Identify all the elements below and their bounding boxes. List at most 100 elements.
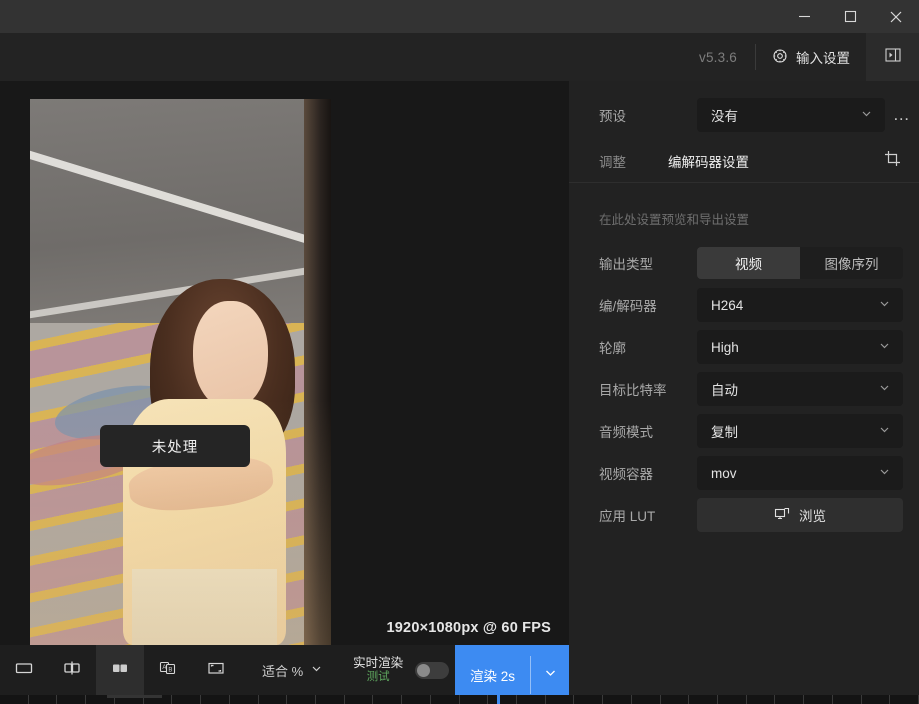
single-view-button[interactable] [0, 645, 48, 695]
lut-label: 应用 LUT [599, 509, 656, 524]
timeline-tick [630, 695, 632, 704]
timeline-tick [745, 695, 747, 704]
container-value: mov [711, 465, 737, 481]
realtime-render-title: 实时渲染 [353, 656, 404, 671]
container-label: 视频容器 [599, 467, 653, 482]
fullscreen-view-button[interactable] [192, 645, 240, 695]
side-by-side-view-button[interactable] [96, 645, 144, 695]
output-type-label: 输出类型 [599, 257, 653, 272]
panel-toggle-button[interactable] [866, 33, 919, 81]
profile-row: 轮廓 High [569, 326, 919, 368]
resolution-label: 1920×1080px @ 60 FPS [386, 620, 551, 636]
timeline-tick [85, 695, 87, 704]
svg-text:A: A [162, 665, 166, 671]
audio-mode-select[interactable]: 复制 [697, 414, 903, 448]
timeline-playhead[interactable] [497, 695, 500, 704]
audio-mode-label: 音频模式 [599, 425, 653, 440]
panel-toggle-icon [884, 46, 902, 69]
split-view-button[interactable] [48, 645, 96, 695]
lut-browse-button[interactable]: 浏览 [697, 498, 903, 532]
realtime-render-toggle[interactable] [415, 661, 450, 679]
maximize-button[interactable] [827, 0, 873, 33]
input-settings-label: 输入设置 [796, 51, 850, 66]
minimize-button[interactable] [781, 0, 827, 33]
chevron-down-icon [878, 465, 891, 481]
timeline-tick [860, 695, 862, 704]
panel-hint: 在此处设置预览和导出设置 [599, 213, 750, 227]
timeline-ruler[interactable] [0, 695, 919, 704]
tab-adjust[interactable]: 调整 [599, 151, 626, 171]
fullscreen-icon [205, 657, 227, 684]
title-bar [0, 0, 919, 33]
preset-select[interactable]: 没有 [697, 98, 885, 132]
timeline-tick [515, 695, 517, 704]
lut-row: 应用 LUT 浏览 [569, 494, 919, 536]
container-select[interactable]: mov [697, 456, 903, 490]
timeline-tick [171, 695, 173, 704]
codec-select[interactable]: H264 [697, 288, 903, 322]
preset-label: 预设 [599, 109, 626, 124]
ab-compare-view-button[interactable]: A B [144, 645, 192, 695]
timeline-tick [573, 695, 575, 704]
timeline-tick [544, 695, 546, 704]
toggle-knob [417, 663, 431, 677]
preset-value: 没有 [711, 109, 738, 124]
timeline-tick [458, 695, 460, 704]
status-badge: 未处理 [100, 425, 250, 467]
timeline-tick [429, 695, 431, 704]
timeline-tick [56, 695, 58, 704]
top-bar: v5.3.6 输入设置 [0, 33, 919, 81]
timeline-tick [372, 695, 374, 704]
split-view-icon [61, 657, 83, 684]
lut-browse-label: 浏览 [799, 509, 826, 524]
panel-tabs: 调整 编解码器设置 [569, 139, 919, 183]
chevron-down-icon [878, 339, 891, 355]
audio-mode-row: 音频模式 复制 [569, 410, 919, 452]
top-bar-spacer [0, 33, 681, 81]
timeline-tick [343, 695, 345, 704]
bitrate-value: 自动 [711, 383, 738, 398]
timeline-tick [889, 695, 891, 704]
codec-label: 编/解码器 [599, 299, 657, 314]
timeline-tick [200, 695, 202, 704]
chevron-down-icon [878, 381, 891, 397]
timeline-tick [487, 695, 489, 704]
codec-row: 编/解码器 H264 [569, 284, 919, 326]
profile-select[interactable]: High [697, 330, 903, 364]
zoom-level-label: 适合 % [262, 663, 304, 679]
single-view-icon [13, 657, 35, 684]
bitrate-row: 目标比特率 自动 [569, 368, 919, 410]
timeline-tick [803, 695, 805, 704]
tab-codec-settings[interactable]: 编解码器设置 [668, 151, 749, 171]
output-type-option-image-sequence[interactable]: 图像序列 [800, 247, 903, 279]
output-type-option-video[interactable]: 视频 [697, 247, 800, 279]
gear-icon [772, 48, 788, 67]
render-options-button[interactable] [531, 650, 569, 700]
monitor-icon [774, 506, 790, 525]
chevron-down-icon [878, 297, 891, 313]
ab-compare-icon: A B [157, 657, 179, 684]
zoom-level-dropdown[interactable]: 适合 % [262, 661, 323, 680]
preset-more-button[interactable]: … [885, 105, 919, 125]
svg-text:B: B [168, 667, 172, 673]
timeline-tick [27, 695, 29, 704]
preview-canvas[interactable]: 未处理 1920×1080px @ 60 FPS [0, 81, 569, 645]
output-type-segmented[interactable]: 视频 图像序列 [697, 247, 903, 279]
timeline-tick [659, 695, 661, 704]
version-label: v5.3.6 [699, 49, 737, 65]
bitrate-select[interactable]: 自动 [697, 372, 903, 406]
timeline-tick [401, 695, 403, 704]
chevron-down-icon [310, 662, 323, 678]
container-row: 视频容器 mov [569, 452, 919, 494]
app-window: v5.3.6 输入设置 未处理 1920×1080px @ 60 FPS 预设 … [0, 0, 919, 704]
timeline-tick [286, 695, 288, 704]
timeline-tick [228, 695, 230, 704]
timeline-tick [831, 695, 833, 704]
close-button[interactable] [873, 0, 919, 33]
profile-value: High [711, 339, 739, 355]
profile-label: 轮廓 [599, 341, 626, 356]
input-settings-button[interactable]: 输入设置 [756, 33, 866, 81]
render-button[interactable]: 渲染 2s [455, 650, 530, 700]
settings-panel: 预设 没有 … 调整 编解码器设置 在此处设置预览和导出设置 输出类型 视频 图… [569, 81, 919, 704]
crop-icon[interactable] [884, 150, 901, 172]
